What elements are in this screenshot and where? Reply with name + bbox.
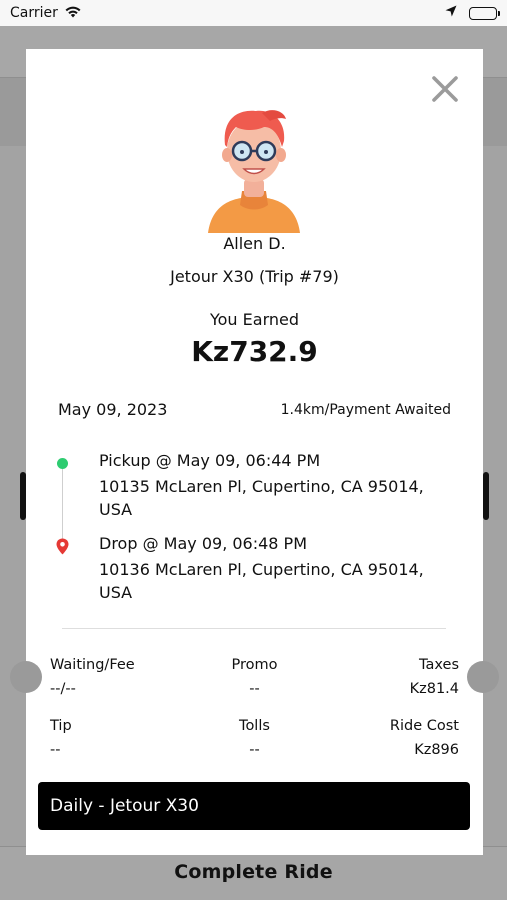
trip-summary-card: Allen D. Jetour X30 (Trip #79) You Earne… bbox=[10, 49, 499, 855]
drop-address: 10136 McLaren Pl, Cupertino, CA 95014, U… bbox=[99, 560, 424, 602]
pickup-title: Pickup @ May 09, 06:44 PM bbox=[99, 451, 321, 470]
location-arrow-icon bbox=[445, 5, 457, 21]
ride-cost-value: Kz896 bbox=[414, 742, 459, 758]
earned-amount: Kz732.9 bbox=[191, 335, 318, 368]
pickup-dot-icon bbox=[57, 458, 68, 469]
route-line bbox=[62, 467, 63, 541]
background-edge-right bbox=[483, 472, 489, 520]
trip-date: May 09, 2023 bbox=[58, 400, 168, 419]
divider bbox=[62, 628, 446, 629]
wifi-icon bbox=[64, 5, 82, 22]
ticket-notch-left bbox=[10, 661, 42, 693]
driver-avatar bbox=[204, 105, 304, 235]
promo-label: Promo bbox=[231, 657, 278, 673]
distance-status: 1.4km/Payment Awaited bbox=[280, 402, 451, 418]
promo-value: -- bbox=[249, 681, 260, 697]
battery-icon bbox=[469, 6, 500, 20]
taxes-label: Taxes bbox=[419, 657, 459, 673]
ride-cost-label: Ride Cost bbox=[389, 718, 459, 734]
drop-pin-icon bbox=[56, 538, 69, 555]
earned-label: You Earned bbox=[209, 310, 299, 329]
vehicle-trip: Jetour X30 (Trip #79) bbox=[170, 267, 339, 286]
tolls-value: -- bbox=[249, 742, 260, 758]
complete-ride-button[interactable]: Complete Ride bbox=[0, 861, 507, 883]
driver-name: Allen D. bbox=[223, 234, 286, 253]
carrier-label: Carrier bbox=[10, 5, 58, 21]
drop-title: Drop @ May 09, 06:48 PM bbox=[99, 534, 308, 553]
taxes-value: Kz81.4 bbox=[409, 681, 459, 697]
close-icon[interactable] bbox=[431, 75, 459, 103]
plan-bar[interactable]: Daily - Jetour X30 bbox=[38, 782, 470, 830]
ticket-notch-right bbox=[467, 661, 499, 693]
pickup-address: 10135 McLaren Pl, Cupertino, CA 95014, U… bbox=[99, 477, 424, 519]
status-bar: Carrier bbox=[0, 0, 507, 26]
